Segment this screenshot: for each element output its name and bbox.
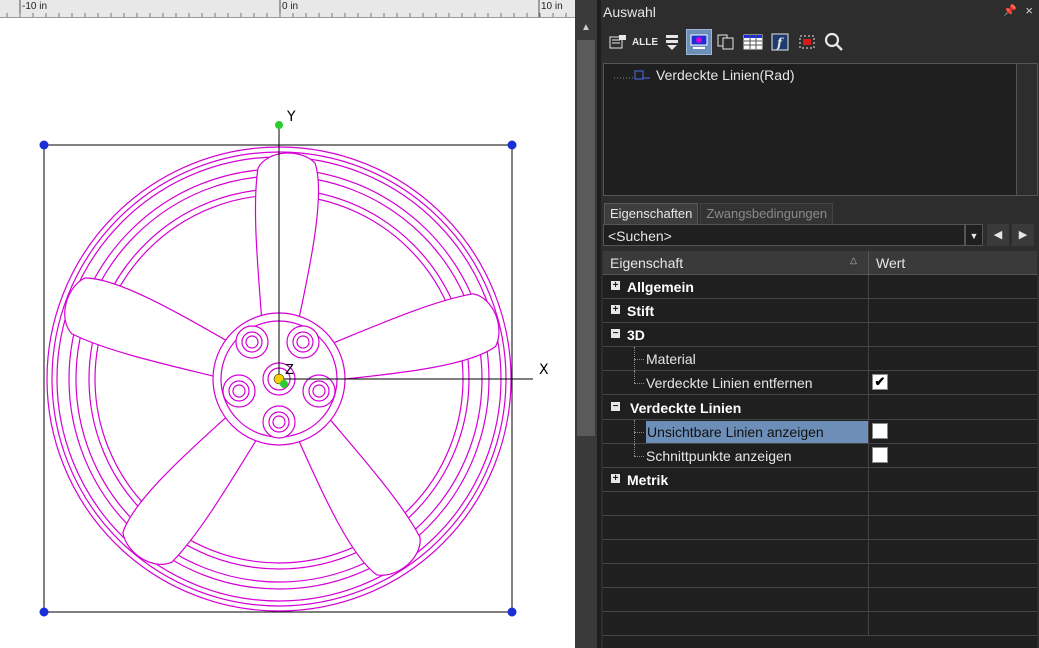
- next-icon[interactable]: ▶: [1012, 224, 1034, 246]
- display-icon[interactable]: [686, 29, 712, 55]
- search-input[interactable]: <Suchen>: [603, 224, 965, 246]
- copy-icon[interactable]: [714, 30, 738, 54]
- property-label-selected: Unsichtbare Linien anzeigen: [646, 421, 869, 443]
- row-metrik[interactable]: + Metrik: [603, 468, 1037, 492]
- scroll-up-icon[interactable]: ▲: [575, 18, 597, 38]
- panel-tabs: Eigenschaften Zwangsbedingungen: [604, 203, 834, 224]
- empty-row: [603, 516, 1037, 540]
- ruler-label-neg10: -10 in: [22, 1, 48, 12]
- previous-icon[interactable]: ◀: [987, 224, 1009, 246]
- ruler-label-10: 10 in: [541, 1, 563, 12]
- collapse-icon[interactable]: −: [611, 329, 620, 339]
- close-icon[interactable]: ×: [1025, 3, 1033, 18]
- select-all-icon[interactable]: ALLE: [632, 30, 658, 54]
- table-icon[interactable]: [741, 30, 765, 54]
- grid-header: Eigenschaft △ Wert: [603, 251, 1037, 275]
- z-axis-handle: [280, 380, 288, 388]
- panel-toolbar: ALLE f: [606, 29, 846, 56]
- z-axis-label: Z: [285, 363, 294, 378]
- x-axis-label: X: [539, 362, 549, 378]
- row-stift[interactable]: + Stift: [603, 299, 1037, 323]
- empty-row: [603, 564, 1037, 588]
- empty-row: [603, 612, 1037, 636]
- property-label: Material: [646, 351, 696, 367]
- category-label: 3D: [627, 327, 645, 343]
- row-allgemein[interactable]: + Allgemein: [603, 275, 1037, 299]
- expand-icon[interactable]: +: [611, 305, 620, 315]
- selection-panel: Auswahl 📌 × ALLE f Verdeckte Linien(Rad)…: [601, 0, 1039, 648]
- show-invisible-lines-checkbox[interactable]: [872, 423, 888, 439]
- frame-select-icon[interactable]: [795, 30, 819, 54]
- property-label: Schnittpunkte anzeigen: [646, 448, 792, 464]
- category-label: Verdeckte Linien: [630, 400, 742, 416]
- category-label: Metrik: [627, 472, 669, 488]
- collapse-icon[interactable]: −: [611, 402, 620, 412]
- category-label: Allgemein: [627, 279, 694, 295]
- vertical-scrollbar[interactable]: ▲: [575, 0, 597, 648]
- header-value[interactable]: Wert: [876, 255, 905, 271]
- row-schnittpunkte-anzeigen[interactable]: Schnittpunkte anzeigen: [603, 444, 1037, 468]
- drawing-canvas[interactable]: -10 in 0 in 10 in Y X Z: [0, 0, 575, 648]
- wheel-drawing[interactable]: Y X Z: [0, 18, 575, 648]
- remove-hidden-lines-checkbox[interactable]: ✔: [872, 374, 888, 390]
- hidden-lines-icon: [614, 70, 650, 80]
- row-3d[interactable]: − 3D: [603, 323, 1037, 347]
- pin-icon[interactable]: 📌: [1003, 4, 1017, 17]
- horizontal-ruler: -10 in 0 in 10 in: [0, 0, 575, 18]
- search-icon[interactable]: [822, 30, 846, 54]
- tab-zwangsbedingungen[interactable]: Zwangsbedingungen: [700, 203, 834, 224]
- category-label: Stift: [627, 303, 655, 319]
- selection-tree[interactable]: Verdeckte Linien(Rad): [603, 63, 1038, 196]
- property-grid: Eigenschaft △ Wert + Allgemein + Stift −…: [603, 251, 1037, 648]
- expand-icon[interactable]: +: [611, 281, 620, 291]
- row-verdeckte-linien-entfernen[interactable]: Verdeckte Linien entfernen ✔: [603, 371, 1037, 395]
- tab-eigenschaften[interactable]: Eigenschaften: [604, 203, 699, 224]
- tree-item-hidden-lines[interactable]: Verdeckte Linien(Rad): [614, 67, 795, 83]
- empty-row: [603, 492, 1037, 516]
- empty-row: [603, 588, 1037, 612]
- sort-icon[interactable]: △: [850, 255, 857, 266]
- tree-scrollbar[interactable]: [1016, 64, 1037, 195]
- empty-row: [603, 540, 1037, 564]
- filter-icon[interactable]: [660, 30, 684, 54]
- show-intersections-checkbox[interactable]: [872, 447, 888, 463]
- tree-item-label: Verdeckte Linien(Rad): [656, 67, 795, 83]
- row-unsichtbare-linien-anzeigen[interactable]: Unsichtbare Linien anzeigen: [603, 420, 1037, 444]
- row-material[interactable]: Material: [603, 347, 1037, 371]
- scroll-thumb[interactable]: [577, 40, 595, 436]
- header-property[interactable]: Eigenschaft: [610, 255, 683, 271]
- property-label: Verdeckte Linien entfernen: [646, 375, 813, 391]
- chevron-down-icon[interactable]: ▼: [965, 224, 983, 246]
- function-icon[interactable]: f: [768, 30, 792, 54]
- y-axis-handle: [275, 121, 283, 129]
- row-verdeckte-linien[interactable]: − Verdeckte Linien: [603, 395, 1037, 420]
- expand-icon[interactable]: +: [611, 474, 620, 484]
- search-row: <Suchen> ▼ ◀ ▶: [603, 224, 1037, 248]
- y-axis-label: Y: [286, 109, 296, 125]
- ruler-label-0: 0 in: [282, 1, 299, 12]
- properties-icon[interactable]: [606, 30, 630, 54]
- panel-title: Auswahl: [603, 4, 656, 20]
